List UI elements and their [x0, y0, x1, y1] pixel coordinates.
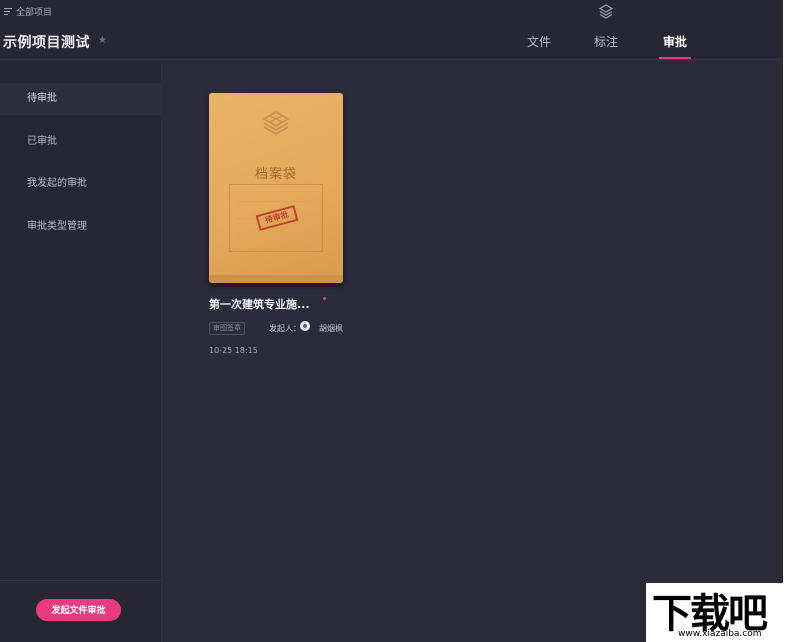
menu-icon	[4, 8, 12, 15]
avatar	[300, 321, 310, 331]
folder-logo-icon	[262, 111, 290, 135]
watermark-url: www.xiazaiba.com	[678, 629, 762, 639]
tab-annotations[interactable]: 标注	[594, 33, 618, 50]
sidebar-item-approved[interactable]: 已审批	[0, 126, 162, 158]
start-approval-button[interactable]: 发起文件审批	[36, 599, 121, 621]
tab-approval[interactable]: 审批	[663, 33, 687, 50]
app-window: 全部项目 示例项目测试 ★ 文件 标注 审批 待审批 已审批 我发起的审批 审批…	[0, 0, 783, 642]
approval-time: 10-25 18:15	[209, 346, 258, 355]
folder-label: 档案袋	[254, 167, 297, 182]
sidebar-item-pending[interactable]: 待审批	[0, 83, 162, 115]
sidebar-divider	[0, 580, 162, 581]
initiator-name: 胡烟枫	[319, 324, 343, 333]
approval-type-tag: 审图签章	[209, 322, 245, 335]
approval-title[interactable]: 第一次建筑专业施...	[209, 296, 310, 312]
active-tab-indicator	[659, 57, 691, 59]
star-icon[interactable]: ★	[98, 35, 107, 46]
unread-dot	[323, 297, 326, 300]
all-projects-label: 全部项目	[16, 8, 53, 18]
top-header: 全部项目 示例项目测试 ★ 文件 标注 审批	[0, 0, 783, 60]
all-projects-link[interactable]: 全部项目	[4, 5, 52, 18]
watermark: 下载吧 www.xiazaiba.com	[646, 583, 783, 642]
tab-files[interactable]: 文件	[527, 33, 551, 50]
approval-folder-card[interactable]: 档案袋 待审批	[209, 93, 343, 283]
initiator-label: 发起人：	[269, 324, 301, 333]
project-title: 示例项目测试	[3, 35, 90, 51]
sidebar: 待审批 已审批 我发起的审批 审批类型管理 发起文件审批	[0, 61, 162, 642]
sidebar-item-initiated[interactable]: 我发起的审批	[0, 168, 162, 200]
sidebar-item-type-management[interactable]: 审批类型管理	[0, 211, 162, 243]
app-logo-icon	[598, 4, 614, 19]
folder-edge	[209, 275, 343, 283]
